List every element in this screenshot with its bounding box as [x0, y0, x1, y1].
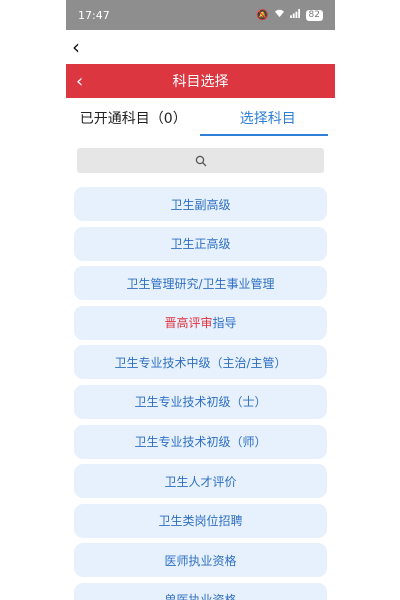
list-item[interactable]: 晋高评审 指导	[74, 305, 327, 340]
status-time: 17:47	[78, 8, 110, 22]
back-arrow-icon[interactable]: ‹	[76, 71, 83, 92]
tab-select-subjects[interactable]: 选择科目	[201, 100, 336, 136]
list-item[interactable]: 卫生专业技术初级（士）	[74, 384, 327, 419]
top-bar: ‹	[66, 30, 335, 64]
list-item[interactable]: 卫生管理研究/卫生事业管理	[74, 266, 327, 301]
tab-bar: 已开通科目（0） 选择科目	[66, 100, 335, 136]
subject-list: 卫生副高级 卫生正高级 卫生管理研究/卫生事业管理 晋高评审 指导 卫生专业技术中…	[66, 187, 335, 600]
phone-screen: 17:47 🔕 82 ‹ ‹ 科目选择 已开通科目（0） 选择科目 卫生副高级	[66, 0, 335, 600]
search-icon	[195, 155, 206, 166]
wifi-icon	[274, 9, 285, 21]
list-item[interactable]: 卫生正高级	[74, 226, 327, 261]
list-item[interactable]: 卫生人才评价	[74, 464, 327, 499]
list-item[interactable]: 兽医执业资格	[74, 582, 327, 600]
page-title: 科目选择	[172, 74, 229, 90]
list-item[interactable]: 卫生副高级	[74, 187, 327, 221]
list-item[interactable]: 卫生专业技术初级（师）	[74, 424, 327, 459]
status-bar: 17:47 🔕 82	[66, 0, 335, 30]
battery-icon: 82	[305, 9, 323, 21]
back-arrow-icon[interactable]: ‹	[72, 35, 80, 59]
highlight-text: 晋高评审	[164, 316, 213, 331]
list-item[interactable]: 医师执业资格	[74, 543, 327, 578]
search-input[interactable]	[77, 148, 324, 173]
tab-indicator	[200, 134, 328, 136]
mute-icon: 🔕	[256, 9, 269, 21]
list-item[interactable]: 卫生类岗位招聘	[74, 503, 327, 538]
list-item[interactable]: 卫生专业技术中级（主治/主管）	[74, 345, 327, 380]
signal-icon	[289, 9, 301, 21]
title-bar: ‹ 科目选择	[66, 64, 335, 98]
status-icons: 🔕 82	[256, 9, 323, 21]
tab-opened-subjects[interactable]: 已开通科目（0）	[66, 100, 201, 136]
